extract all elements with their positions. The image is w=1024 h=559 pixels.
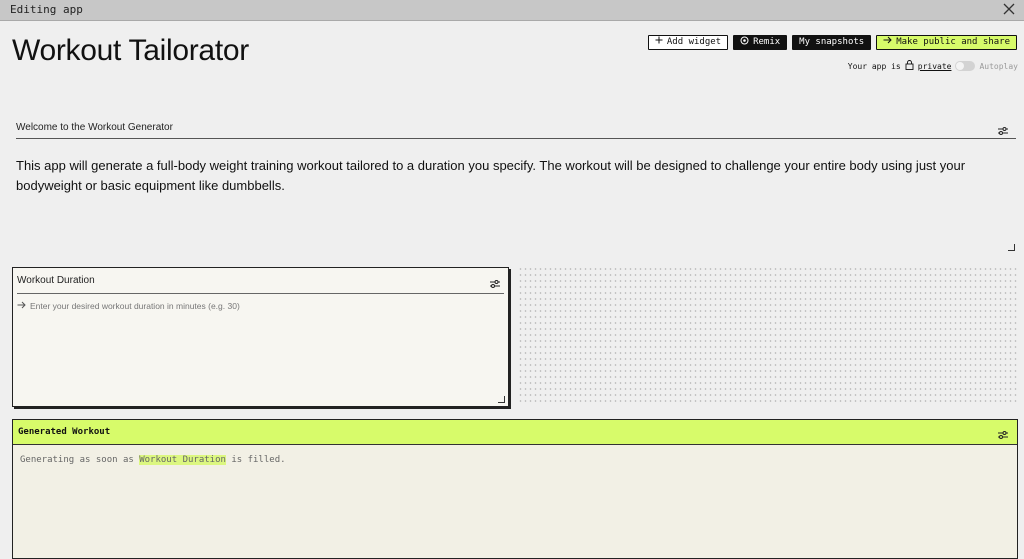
visibility-prefix: Your app is	[847, 61, 901, 71]
workout-duration-widget: Workout Duration Enter your desired work…	[12, 267, 509, 407]
resize-handle-icon[interactable]	[498, 396, 505, 403]
status-prefix: Generating as soon as	[20, 455, 134, 465]
visibility-status: Your app is private Autoplay	[848, 60, 1018, 72]
generated-workout-header: Generated Workout	[13, 420, 1017, 445]
workout-duration-title: Workout Duration	[17, 275, 95, 286]
settings-sliders-icon[interactable]	[997, 123, 1009, 135]
remix-button[interactable]: Remix	[733, 35, 788, 50]
welcome-body: This app will generate a full-body weigh…	[16, 158, 966, 193]
autoplay-label: Autoplay	[979, 61, 1018, 71]
generation-status: Generating as soon as Workout Duration i…	[20, 455, 286, 465]
plus-icon	[655, 36, 663, 49]
add-widget-label: Add widget	[666, 37, 722, 47]
my-snapshots-button[interactable]: My snapshots	[792, 35, 872, 50]
status-suffix: is filled.	[231, 455, 286, 465]
editing-label: Editing app	[10, 3, 83, 16]
workout-duration-header: Workout Duration	[17, 268, 504, 294]
editor-topbar: Editing app	[0, 0, 1024, 21]
generated-workout-widget: Generated Workout Generating as soon as …	[12, 419, 1018, 559]
lock-icon	[905, 60, 914, 72]
settings-sliders-icon[interactable]	[997, 427, 1009, 439]
remix-label: Remix	[753, 37, 781, 47]
arrow-right-icon	[883, 36, 892, 49]
status-input-reference[interactable]: Workout Duration	[139, 455, 226, 465]
my-snapshots-label: My snapshots	[799, 37, 865, 47]
welcome-header: Welcome to the Workout Generator	[16, 118, 1016, 139]
share-label: Make public and share	[896, 37, 1010, 47]
header-actions: Add widget Remix My snapshots Make publi…	[647, 35, 1017, 50]
visibility-private-link[interactable]: private	[918, 62, 952, 71]
app-title: Workout Tailorator	[12, 34, 249, 67]
workout-duration-placeholder: Enter your desired workout duration in m…	[30, 301, 240, 311]
remix-icon	[740, 36, 749, 50]
welcome-title: Welcome to the Workout Generator	[16, 122, 173, 133]
settings-sliders-icon[interactable]	[489, 276, 501, 288]
add-widget-button[interactable]: Add widget	[647, 35, 729, 50]
generated-workout-title: Generated Workout	[18, 427, 111, 437]
make-public-share-button[interactable]: Make public and share	[876, 35, 1017, 50]
close-icon[interactable]	[1002, 2, 1016, 16]
workout-duration-input[interactable]: Enter your desired workout duration in m…	[17, 301, 240, 311]
autoplay-toggle[interactable]	[955, 61, 976, 71]
arrow-right-icon	[17, 301, 26, 311]
resize-handle-icon[interactable]	[1008, 244, 1015, 251]
empty-widget-slot	[518, 266, 1018, 406]
